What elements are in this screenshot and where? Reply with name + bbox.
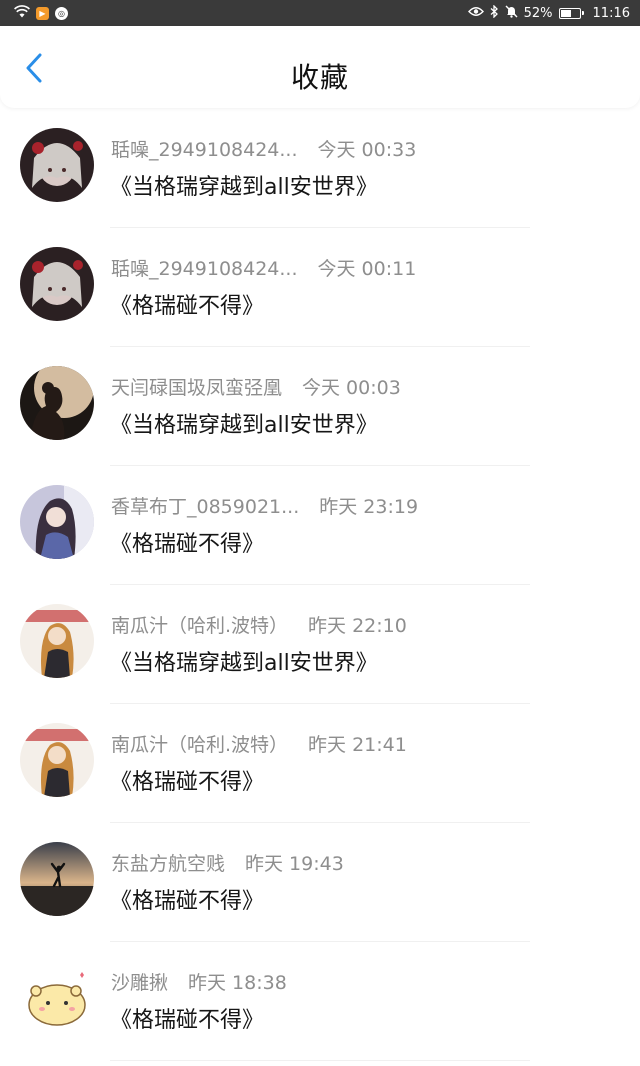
- item-meta: 天闫碌国圾凤蛮弪凰 今天 00:03: [111, 373, 401, 400]
- item-meta: 香草布丁_0859021... 昨天 23:19: [111, 492, 419, 519]
- battery-percent: 52%: [523, 5, 553, 21]
- status-bar: ▶ ◎ 52% 11:16: [0, 0, 640, 26]
- divider: [110, 1060, 530, 1061]
- app-notification-icon: ▶: [36, 6, 49, 20]
- list-item[interactable]: 南瓜汁（哈利.波特） 昨天 22:10 《当格瑞穿越到all安世界》: [0, 585, 640, 704]
- avatar[interactable]: [20, 961, 94, 1035]
- header: 收藏: [0, 26, 640, 108]
- wifi-icon: [14, 4, 30, 22]
- username[interactable]: 聒噪_2949108424...: [111, 135, 298, 162]
- battery-icon: [558, 7, 584, 19]
- list-item[interactable]: 沙雕揪 昨天 18:38 《格瑞碰不得》: [0, 942, 640, 1061]
- list-item[interactable]: 聒噪_2949108424... 今天 00:11 《格瑞碰不得》: [0, 228, 640, 347]
- clock: 11:16: [592, 5, 630, 21]
- timestamp: 昨天 21:41: [308, 733, 407, 756]
- username[interactable]: 东盐方航空贱: [111, 849, 225, 876]
- timestamp: 今天 00:11: [317, 257, 417, 280]
- list-item[interactable]: 东盐方航空贱 昨天 19:43 《格瑞碰不得》: [0, 823, 640, 942]
- item-meta: 聒噪_2949108424... 今天 00:33: [111, 135, 417, 162]
- mute-bell-icon: [505, 5, 518, 22]
- list-item[interactable]: 香草布丁_0859021... 昨天 23:19 《格瑞碰不得》: [0, 466, 640, 585]
- favorites-list: 聒噪_2949108424... 今天 00:33 《当格瑞穿越到all安世界》…: [0, 109, 640, 1061]
- item-title[interactable]: 《当格瑞穿越到all安世界》: [110, 645, 378, 677]
- timestamp: 今天 00:03: [302, 376, 401, 399]
- timestamp: 昨天 22:10: [308, 614, 407, 637]
- item-title[interactable]: 《格瑞碰不得》: [110, 526, 264, 558]
- timestamp: 今天 00:33: [317, 138, 417, 161]
- avatar[interactable]: [20, 604, 94, 678]
- timestamp: 昨天 18:38: [188, 971, 287, 994]
- list-item[interactable]: 天闫碌国圾凤蛮弪凰 今天 00:03 《当格瑞穿越到all安世界》: [0, 347, 640, 466]
- timestamp: 昨天 23:19: [319, 495, 419, 518]
- item-meta: 南瓜汁（哈利.波特） 昨天 21:41: [111, 730, 407, 757]
- username[interactable]: 天闫碌国圾凤蛮弪凰: [111, 373, 282, 400]
- status-bar-left: ▶ ◎: [14, 4, 68, 22]
- item-title[interactable]: 《当格瑞穿越到all安世界》: [110, 407, 378, 439]
- avatar[interactable]: [20, 842, 94, 916]
- timestamp: 昨天 19:43: [245, 852, 344, 875]
- item-title[interactable]: 《当格瑞穿越到all安世界》: [110, 169, 378, 201]
- item-meta: 沙雕揪 昨天 18:38: [111, 968, 287, 995]
- item-meta: 东盐方航空贱 昨天 19:43: [111, 849, 344, 876]
- app-notification-icon: ◎: [55, 6, 68, 20]
- username[interactable]: 沙雕揪: [111, 968, 168, 995]
- eye-icon: [467, 6, 484, 21]
- avatar[interactable]: [20, 485, 94, 559]
- item-title[interactable]: 《格瑞碰不得》: [110, 764, 264, 796]
- item-title[interactable]: 《格瑞碰不得》: [110, 1002, 264, 1034]
- avatar[interactable]: [20, 723, 94, 797]
- item-meta: 聒噪_2949108424... 今天 00:11: [111, 254, 417, 281]
- username[interactable]: 南瓜汁（哈利.波特）: [111, 730, 288, 757]
- avatar[interactable]: [20, 247, 94, 321]
- username[interactable]: 南瓜汁（哈利.波特）: [111, 611, 288, 638]
- item-meta: 南瓜汁（哈利.波特） 昨天 22:10: [111, 611, 407, 638]
- username[interactable]: 聒噪_2949108424...: [111, 254, 298, 281]
- list-item[interactable]: 南瓜汁（哈利.波特） 昨天 21:41 《格瑞碰不得》: [0, 704, 640, 823]
- status-bar-right: 52% 11:16: [467, 3, 630, 22]
- list-item[interactable]: 聒噪_2949108424... 今天 00:33 《当格瑞穿越到all安世界》: [0, 109, 640, 228]
- bluetooth-icon: [490, 3, 499, 22]
- username[interactable]: 香草布丁_0859021...: [111, 492, 299, 519]
- avatar[interactable]: [20, 128, 94, 202]
- item-title[interactable]: 《格瑞碰不得》: [110, 883, 264, 915]
- avatar[interactable]: [20, 366, 94, 440]
- page-title: 收藏: [290, 61, 349, 94]
- item-title[interactable]: 《格瑞碰不得》: [110, 288, 264, 320]
